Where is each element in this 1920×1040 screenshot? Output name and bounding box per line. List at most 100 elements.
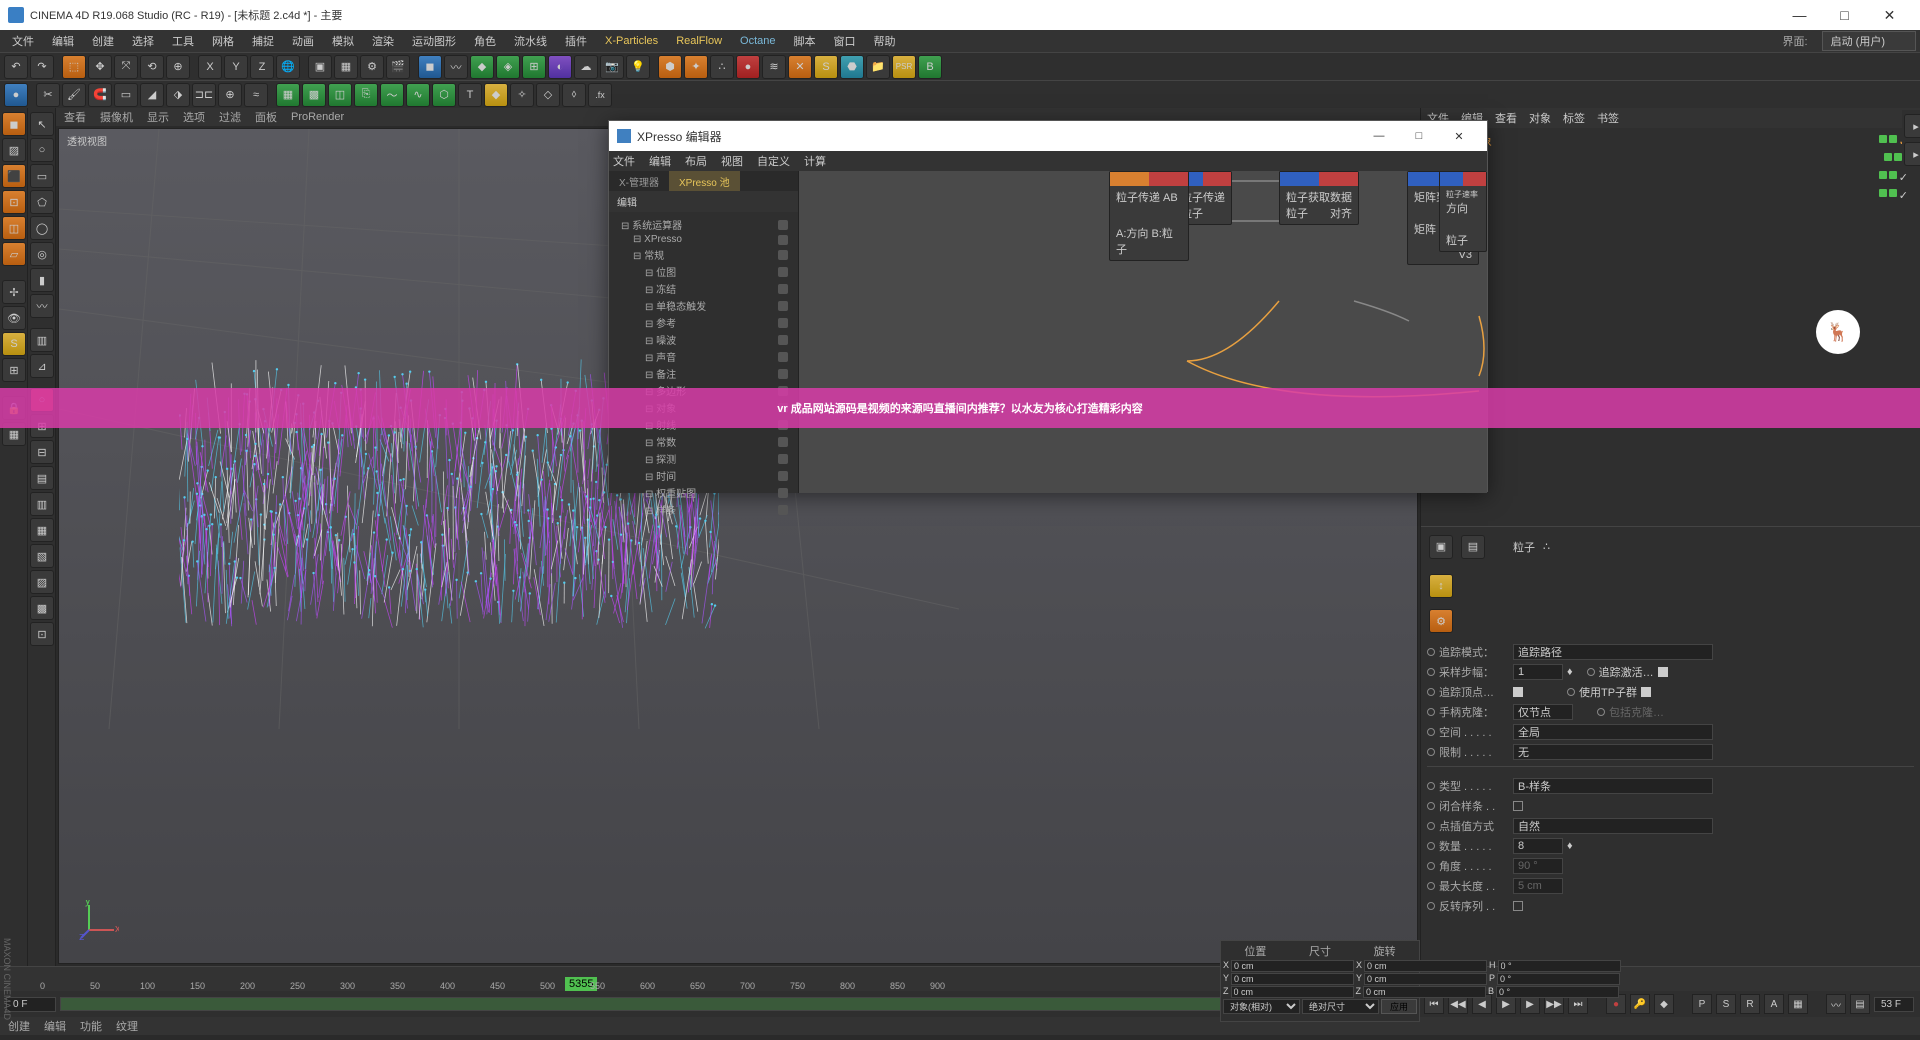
- xp-menu-custom[interactable]: 自定义: [757, 153, 790, 169]
- xp-tree-样条[interactable]: ⊟ 样条: [613, 501, 794, 518]
- particles-icon[interactable]: ∴: [710, 55, 734, 79]
- side-icon-2[interactable]: ▸: [1904, 142, 1920, 166]
- rect-select[interactable]: ▭: [30, 164, 54, 188]
- grid-7[interactable]: ▨: [30, 570, 54, 594]
- xp-tree-系统运算器[interactable]: ⊟ 系统运算器: [613, 216, 794, 233]
- move-tool[interactable]: ✥: [88, 55, 112, 79]
- texture-mode[interactable]: ▨: [2, 138, 26, 162]
- attr-mode-1[interactable]: ▣: [1429, 535, 1453, 559]
- dynamics-icon[interactable]: ●: [736, 55, 760, 79]
- select-tool[interactable]: ⬚: [62, 55, 86, 79]
- fill-select[interactable]: ▮: [30, 268, 54, 292]
- extrude-tool[interactable]: ⬗: [166, 83, 190, 107]
- om-bookmarks[interactable]: 书签: [1597, 110, 1619, 126]
- xp-tree-参考[interactable]: ⊟ 参考: [613, 314, 794, 331]
- plugin-b-icon[interactable]: B: [918, 55, 942, 79]
- subdivision-tool[interactable]: ◈: [496, 55, 520, 79]
- grid-9[interactable]: ⊡: [30, 622, 54, 646]
- sample-step-input[interactable]: [1513, 664, 1563, 680]
- hair-icon[interactable]: ≋: [762, 55, 786, 79]
- normal-mode[interactable]: ⊿: [30, 354, 54, 378]
- menu-render[interactable]: 渲染: [364, 31, 402, 51]
- keyframe-button[interactable]: ◆: [1654, 994, 1674, 1014]
- menu-simulate[interactable]: 模拟: [324, 31, 362, 51]
- vp-prorender[interactable]: ProRender: [291, 111, 344, 123]
- stitch-tool[interactable]: ≈: [244, 83, 268, 107]
- xp-tree-常数[interactable]: ⊟ 常数: [613, 433, 794, 450]
- key-a-button[interactable]: A: [1764, 994, 1784, 1014]
- mat-edit[interactable]: 编辑: [44, 1018, 66, 1034]
- track-mode-select[interactable]: [1513, 644, 1713, 660]
- object-shader[interactable]: ▦ 着色✓: [1425, 168, 1916, 186]
- menu-select[interactable]: 选择: [124, 31, 162, 51]
- om-tags[interactable]: 标签: [1563, 110, 1585, 126]
- menu-help[interactable]: 帮助: [866, 31, 904, 51]
- vp-panel[interactable]: 面板: [255, 109, 277, 125]
- path-select[interactable]: 〰: [30, 294, 54, 318]
- instance-icon[interactable]: ⎘: [354, 83, 378, 107]
- xp-menu-view[interactable]: 视图: [721, 153, 743, 169]
- matrix-icon[interactable]: ▩: [302, 83, 326, 107]
- axis-mode[interactable]: ✢: [2, 280, 26, 304]
- spline-tool[interactable]: 〰: [444, 55, 468, 79]
- tracer-icon[interactable]: 〜: [380, 83, 404, 107]
- snap-toggle[interactable]: S: [2, 332, 26, 356]
- xp-tab-manager[interactable]: X-管理器: [609, 171, 669, 191]
- dopesheet-button[interactable]: ▤: [1850, 994, 1870, 1014]
- xp-tab-pool[interactable]: XPresso 池: [669, 171, 740, 191]
- coord-mode[interactable]: 对象(相对): [1223, 999, 1300, 1014]
- polygon-mode[interactable]: ▱: [2, 242, 26, 266]
- maximize-button[interactable]: □: [1822, 0, 1867, 30]
- fcurve-button[interactable]: 〰: [1826, 994, 1846, 1014]
- use-tp-check[interactable]: ✓: [1641, 687, 1651, 697]
- minimize-button[interactable]: —: [1777, 0, 1822, 30]
- menu-tools[interactable]: 工具: [164, 31, 202, 51]
- attr-icon-1[interactable]: ↕: [1429, 574, 1453, 598]
- iron-tool[interactable]: ▭: [114, 83, 138, 107]
- vp-view[interactable]: 查看: [64, 109, 86, 125]
- uv-mode[interactable]: ▥: [30, 328, 54, 352]
- brush-tool[interactable]: 🖌: [62, 83, 86, 107]
- generator-tool[interactable]: ◆: [470, 55, 494, 79]
- xp-tree-噪波[interactable]: ⊟ 噪波: [613, 331, 794, 348]
- close-spline-check[interactable]: [1513, 801, 1523, 811]
- xp-minimize[interactable]: —: [1359, 130, 1399, 142]
- render-view[interactable]: ▣: [308, 55, 332, 79]
- menu-mesh[interactable]: 网格: [204, 31, 242, 51]
- timeline-ruler[interactable]: 0 50 100 150 200 250 300 350 400 450 500…: [0, 967, 1920, 991]
- size-z[interactable]: [1363, 986, 1486, 998]
- key-r-button[interactable]: R: [1740, 994, 1760, 1014]
- loop-select[interactable]: ◯: [30, 216, 54, 240]
- count-input[interactable]: [1513, 838, 1563, 854]
- xpresso-titlebar[interactable]: XPresso 编辑器 — □ ✕: [609, 121, 1487, 151]
- xp-tree-冻结[interactable]: ⊟ 冻结: [613, 280, 794, 297]
- xp-menu-calc[interactable]: 计算: [804, 153, 826, 169]
- menu-pipeline[interactable]: 流水线: [506, 31, 555, 51]
- scale-tool[interactable]: ⤧: [114, 55, 138, 79]
- grid-3[interactable]: ▤: [30, 466, 54, 490]
- vp-filter[interactable]: 过滤: [219, 109, 241, 125]
- content-browser[interactable]: 📁: [866, 55, 890, 79]
- poly-select[interactable]: ⬠: [30, 190, 54, 214]
- text-tool[interactable]: T: [458, 83, 482, 107]
- render-settings[interactable]: ⚙: [360, 55, 384, 79]
- xp-tree-XPresso[interactable]: ⊟ XPresso: [613, 233, 794, 246]
- menu-mograph[interactable]: 运动图形: [404, 31, 464, 51]
- point-mode[interactable]: ⊡: [2, 190, 26, 214]
- lasso-tool[interactable]: ○: [30, 138, 54, 162]
- grid-6[interactable]: ▧: [30, 544, 54, 568]
- menu-character[interactable]: 角色: [466, 31, 504, 51]
- attr-mode-2[interactable]: ▤: [1461, 535, 1485, 559]
- range-slider[interactable]: [60, 997, 1312, 1011]
- om-view[interactable]: 查看: [1495, 110, 1517, 126]
- pos-z[interactable]: [1231, 986, 1354, 998]
- array-tool[interactable]: ⊞: [522, 55, 546, 79]
- side-icon-1[interactable]: ▸: [1904, 114, 1920, 138]
- attr-icon-2[interactable]: ⚙: [1429, 609, 1453, 633]
- redo-button[interactable]: ↷: [30, 55, 54, 79]
- close-button[interactable]: ✕: [1867, 0, 1912, 30]
- xp-tree-位图[interactable]: ⊟ 位图: [613, 263, 794, 280]
- menu-edit[interactable]: 编辑: [44, 31, 82, 51]
- mospline-icon[interactable]: ∿: [406, 83, 430, 107]
- render-picture[interactable]: 🎬: [386, 55, 410, 79]
